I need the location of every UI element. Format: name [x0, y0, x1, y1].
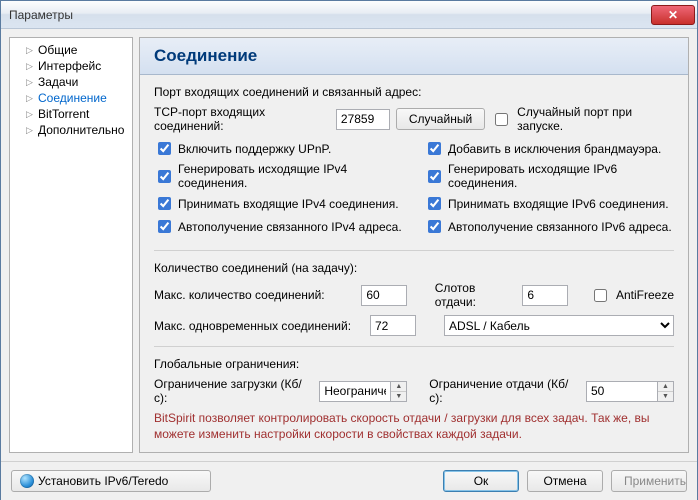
ipv4-in-label: Принимать входящие IPv4 соединения. [178, 197, 399, 211]
chevron-right-icon: ▷ [24, 61, 35, 72]
dl-limit-spinner[interactable]: ▲▼ [391, 381, 407, 402]
sidebar-item-label: BitTorrent [38, 107, 89, 121]
random-on-start-checkbox[interactable] [495, 113, 508, 126]
sidebar-item-label: Интерфейс [38, 59, 101, 73]
antifreeze-checkbox[interactable] [594, 289, 607, 302]
ipv6-in-label: Принимать входящие IPv6 соединения. [448, 197, 669, 211]
random-port-button[interactable]: Случайный [396, 108, 485, 130]
globe-icon [20, 474, 34, 488]
sidebar-item-advanced[interactable]: ▷Дополнительно [12, 122, 130, 138]
install-ipv6-label: Установить IPv6/Teredo [38, 474, 168, 488]
sidebar-item-tasks[interactable]: ▷Задачи [12, 74, 130, 90]
chevron-up-icon: ▲ [658, 382, 673, 392]
sidebar-item-label: Соединение [38, 91, 107, 105]
apply-button[interactable]: Применить [611, 470, 687, 492]
ul-limit-label: Ограничение отдачи (Кб/с): [429, 377, 580, 405]
ipv6-out-checkbox[interactable] [428, 170, 441, 183]
upnp-checkbox[interactable] [158, 142, 171, 155]
limits-hint: BitSpirit позволяет контролировать скоро… [154, 411, 674, 442]
ipv6-bind-checkbox[interactable] [428, 220, 441, 233]
ipv4-out-checkbox[interactable] [158, 170, 171, 183]
sidebar-item-bittorrent[interactable]: ▷BitTorrent [12, 106, 130, 122]
settings-window: Параметры ✕ ▷Общие ▷Интерфейс ▷Задачи ▷С… [0, 0, 698, 500]
sidebar-item-connection[interactable]: ▷Соединение [12, 90, 130, 106]
connection-profile-select[interactable]: ADSL / Кабель [444, 315, 674, 336]
sidebar-item-label: Дополнительно [38, 123, 124, 137]
dl-limit-input[interactable] [319, 381, 391, 402]
page-header: Соединение [140, 38, 688, 75]
titlebar[interactable]: Параметры ✕ [1, 1, 697, 29]
firewall-checkbox[interactable] [428, 142, 441, 155]
chevron-down-icon: ▼ [391, 392, 406, 401]
max-half-input[interactable] [370, 315, 416, 336]
chevron-right-icon: ▷ [24, 93, 35, 104]
upload-slots-input[interactable] [522, 285, 568, 306]
chevron-up-icon: ▲ [391, 382, 406, 392]
ipv6-out-label: Генерировать исходящие IPv6 соединения. [448, 162, 674, 190]
ipv4-in-checkbox[interactable] [158, 197, 171, 210]
tcp-port-input[interactable] [336, 109, 390, 130]
ipv6-in-checkbox[interactable] [428, 197, 441, 210]
chevron-right-icon: ▷ [24, 45, 35, 56]
group-label-limits: Глобальные ограничения: [154, 357, 674, 371]
close-icon: ✕ [668, 8, 678, 22]
max-conn-label: Макс. количество соединений: [154, 288, 355, 302]
antifreeze-label: AntiFreeze [616, 288, 674, 302]
ipv4-bind-checkbox[interactable] [158, 220, 171, 233]
chevron-right-icon: ▷ [24, 125, 35, 136]
ok-button[interactable]: Ок [443, 470, 519, 492]
dl-limit-label: Ограничение загрузки (Кб/с): [154, 377, 313, 405]
slots-label: Слотов отдачи: [435, 281, 517, 309]
sidebar: ▷Общие ▷Интерфейс ▷Задачи ▷Соединение ▷B… [9, 37, 133, 453]
chevron-right-icon: ▷ [24, 77, 35, 88]
sidebar-item-general[interactable]: ▷Общие [12, 42, 130, 58]
cancel-button[interactable]: Отмена [527, 470, 603, 492]
sidebar-item-label: Общие [38, 43, 77, 57]
ul-limit-spinner[interactable]: ▲▼ [658, 381, 674, 402]
port-label: TCP-порт входящих соединений: [154, 105, 330, 133]
ipv4-bind-label: Автополучение связанного IPv4 адреса. [178, 220, 402, 234]
install-ipv6-button[interactable]: Установить IPv6/Teredo [11, 470, 211, 492]
group-label-port: Порт входящих соединений и связанный адр… [154, 85, 674, 99]
group-label-connections: Количество соединений (на задачу): [154, 261, 674, 275]
chevron-down-icon: ▼ [658, 392, 673, 401]
max-conn-input[interactable] [361, 285, 407, 306]
random-on-start-label: Случайный порт при запуске. [517, 105, 674, 133]
sidebar-item-interface[interactable]: ▷Интерфейс [12, 58, 130, 74]
content-panel: Соединение Порт входящих соединений и св… [139, 37, 689, 453]
upnp-label: Включить поддержку UPnP. [178, 142, 331, 156]
max-half-label: Макс. одновременных соединений: [154, 319, 364, 333]
page-title: Соединение [154, 46, 674, 66]
chevron-right-icon: ▷ [24, 109, 35, 120]
ipv4-out-label: Генерировать исходящие IPv4 соединения. [178, 162, 404, 190]
ipv6-bind-label: Автополучение связанного IPv6 адреса. [448, 220, 672, 234]
window-title: Параметры [9, 8, 73, 22]
ul-limit-input[interactable] [586, 381, 658, 402]
close-button[interactable]: ✕ [651, 5, 695, 25]
dialog-footer: Установить IPv6/Teredo Ок Отмена Примени… [1, 461, 697, 500]
firewall-label: Добавить в исключения брандмауэра. [448, 142, 661, 156]
sidebar-item-label: Задачи [38, 75, 78, 89]
